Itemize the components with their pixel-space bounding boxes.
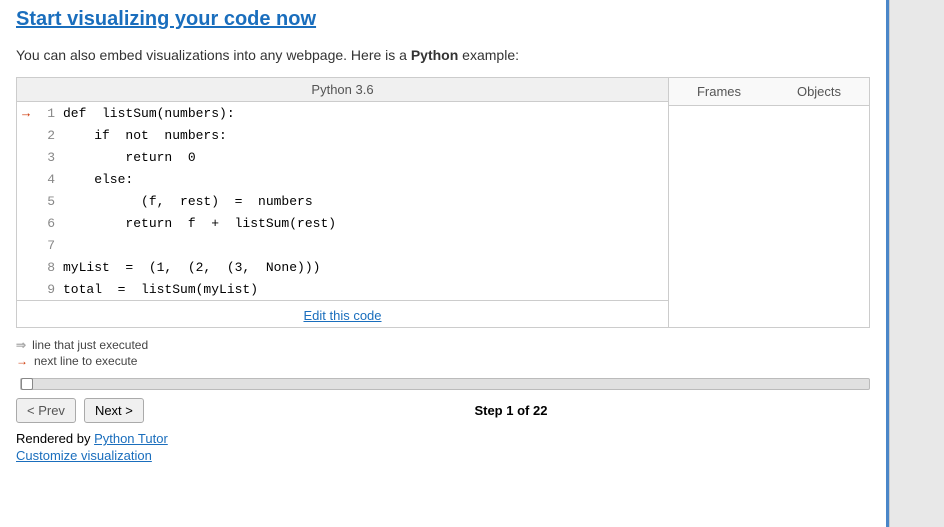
line-arrow-8 <box>17 256 35 278</box>
line-code-3: return 0 <box>59 146 668 168</box>
edit-link-row: Edit this code <box>17 300 668 327</box>
code-table: → 1 def listSum(numbers): 2 if not numbe… <box>17 102 668 300</box>
line-arrow-5 <box>17 190 35 212</box>
line-code-5: (f, rest) = numbers <box>59 190 668 212</box>
code-line-3: 3 return 0 <box>17 146 668 168</box>
line-arrow-4 <box>17 168 35 190</box>
step-info: Step 1 of 22 <box>152 403 870 418</box>
line-code-6: return f + listSum(rest) <box>59 212 668 234</box>
visualizer-container: Python 3.6 → 1 def listSum(numbers): 2 i… <box>16 77 870 328</box>
progress-bar-container <box>16 378 870 390</box>
legend-red: → next line to execute <box>16 354 870 368</box>
panel-body <box>669 106 869 327</box>
line-number-2: 2 <box>35 124 59 146</box>
language-label: Python 3.6 <box>17 78 668 102</box>
legend-gray: ⇒ line that just executed <box>16 338 870 352</box>
next-button[interactable]: Next > <box>84 398 144 423</box>
legend-red-label: next line to execute <box>34 354 137 368</box>
line-number-1: 1 <box>35 102 59 124</box>
red-arrow-icon: → <box>16 354 28 368</box>
line-number-5: 5 <box>35 190 59 212</box>
line-code-4: else: <box>59 168 668 190</box>
frames-header: Frames <box>669 78 769 105</box>
code-line-9: 9 total = listSum(myList) <box>17 278 668 300</box>
panel-headers: Frames Objects <box>669 78 869 106</box>
edit-this-code-link[interactable]: Edit this code <box>303 308 381 323</box>
line-code-1: def listSum(numbers): <box>59 102 668 124</box>
legend-gray-label: line that just executed <box>32 338 148 352</box>
code-line-6: 6 return f + listSum(rest) <box>17 212 668 234</box>
line-code-7 <box>59 234 668 256</box>
line-arrow-9 <box>17 278 35 300</box>
line-arrow-2 <box>17 124 35 146</box>
prev-button[interactable]: < Prev <box>16 398 76 423</box>
line-number-6: 6 <box>35 212 59 234</box>
frames-objects-panel: Frames Objects <box>669 78 869 327</box>
customize-row: Customize visualization <box>16 448 870 463</box>
python-tutor-link[interactable]: Python Tutor <box>94 431 168 446</box>
gray-arrow-icon: ⇒ <box>16 338 26 352</box>
line-code-8: myList = (1, (2, (3, None))) <box>59 256 668 278</box>
code-line-1: → 1 def listSum(numbers): <box>17 102 668 124</box>
progress-track[interactable] <box>20 378 870 390</box>
code-line-2: 2 if not numbers: <box>17 124 668 146</box>
rendered-by-row: Rendered by Python Tutor <box>16 431 870 446</box>
customize-visualization-link[interactable]: Customize visualization <box>16 448 152 463</box>
page-title[interactable]: Start visualizing your code now <box>16 8 870 31</box>
code-line-4: 4 else: <box>17 168 668 190</box>
line-arrow-6 <box>17 212 35 234</box>
line-arrow-7 <box>17 234 35 256</box>
controls-row: < Prev Next > Step 1 of 22 <box>16 398 870 423</box>
line-number-4: 4 <box>35 168 59 190</box>
line-number-9: 9 <box>35 278 59 300</box>
embed-description: You can also embed visualizations into a… <box>16 47 870 63</box>
legend: ⇒ line that just executed → next line to… <box>16 338 870 368</box>
progress-thumb[interactable] <box>21 378 33 390</box>
code-panel: Python 3.6 → 1 def listSum(numbers): 2 i… <box>17 78 669 327</box>
code-line-8: 8 myList = (1, (2, (3, None))) <box>17 256 668 278</box>
line-arrow-3 <box>17 146 35 168</box>
line-number-7: 7 <box>35 234 59 256</box>
line-arrow-1: → <box>17 102 35 124</box>
line-code-2: if not numbers: <box>59 124 668 146</box>
line-code-9: total = listSum(myList) <box>59 278 668 300</box>
code-line-5: 5 (f, rest) = numbers <box>17 190 668 212</box>
code-line-7: 7 <box>17 234 668 256</box>
line-number-3: 3 <box>35 146 59 168</box>
line-number-8: 8 <box>35 256 59 278</box>
scrollbar-area <box>889 0 944 527</box>
objects-header: Objects <box>769 78 869 105</box>
